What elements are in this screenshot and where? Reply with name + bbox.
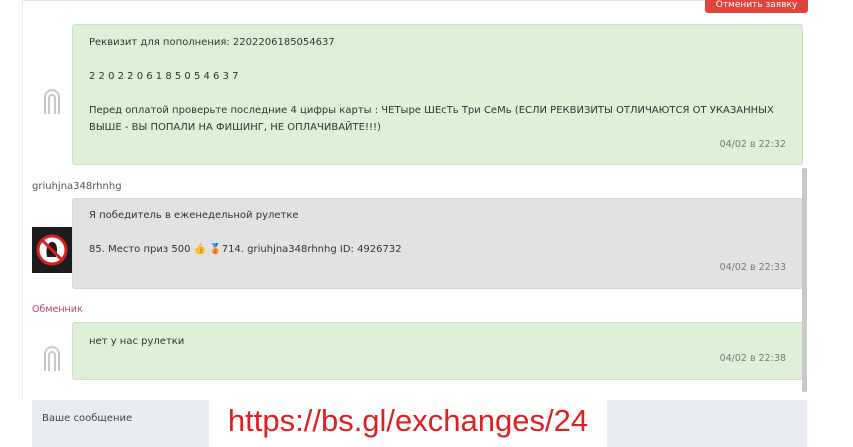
message-author: Обменник	[32, 304, 83, 315]
exchanger-logo-icon	[44, 89, 60, 114]
watermark-url: https://bs.gl/exchanges/24	[209, 398, 607, 447]
user-avatar	[32, 227, 72, 273]
divider	[22, 0, 808, 1]
cancel-order-button[interactable]: Отменить заявку	[705, 0, 808, 13]
message-author: griuhjna348rhnhg	[32, 181, 122, 192]
divider	[22, 0, 23, 400]
message-bubble: Я победитель в еженедельной рулетке 85. …	[72, 198, 803, 289]
message-time: 04/02 в 22:38	[719, 353, 786, 364]
message-time: 04/02 в 22:32	[719, 139, 786, 150]
message-text: Я победитель в еженедельной рулетке	[89, 210, 299, 221]
message-text: ВЫШЕ - ВЫ ПОПАЛИ НА ФИШИНГ, НЕ ОПЛАЧИВАЙ…	[89, 122, 381, 133]
message-text: 85. Место приз 500 👍 🥉714. griuhjna348rh…	[89, 244, 402, 255]
message-bubble: Реквизит для пополнения: 220220618505463…	[72, 24, 803, 165]
message-text: нет у нас рулетки	[89, 336, 185, 347]
message-bubble: нет у нас рулетки 04/02 в 22:38	[72, 322, 803, 380]
chat-page: Отменить заявку Реквизит для пополнения:…	[0, 0, 853, 447]
exchanger-logo-icon	[44, 346, 60, 371]
message-input[interactable]	[40, 408, 204, 428]
message-text: Реквизит для пополнения: 220220618505463…	[89, 37, 335, 48]
chat-scrollbar[interactable]	[802, 168, 807, 392]
message-text: Перед оплатой проверьте последние 4 цифр…	[89, 105, 774, 116]
message-time: 04/02 в 22:33	[719, 262, 786, 273]
ghostbusters-icon	[36, 234, 68, 266]
message-text: 2 2 0 2 2 0 6 1 8 5 0 5 4 6 3 7	[89, 71, 239, 82]
